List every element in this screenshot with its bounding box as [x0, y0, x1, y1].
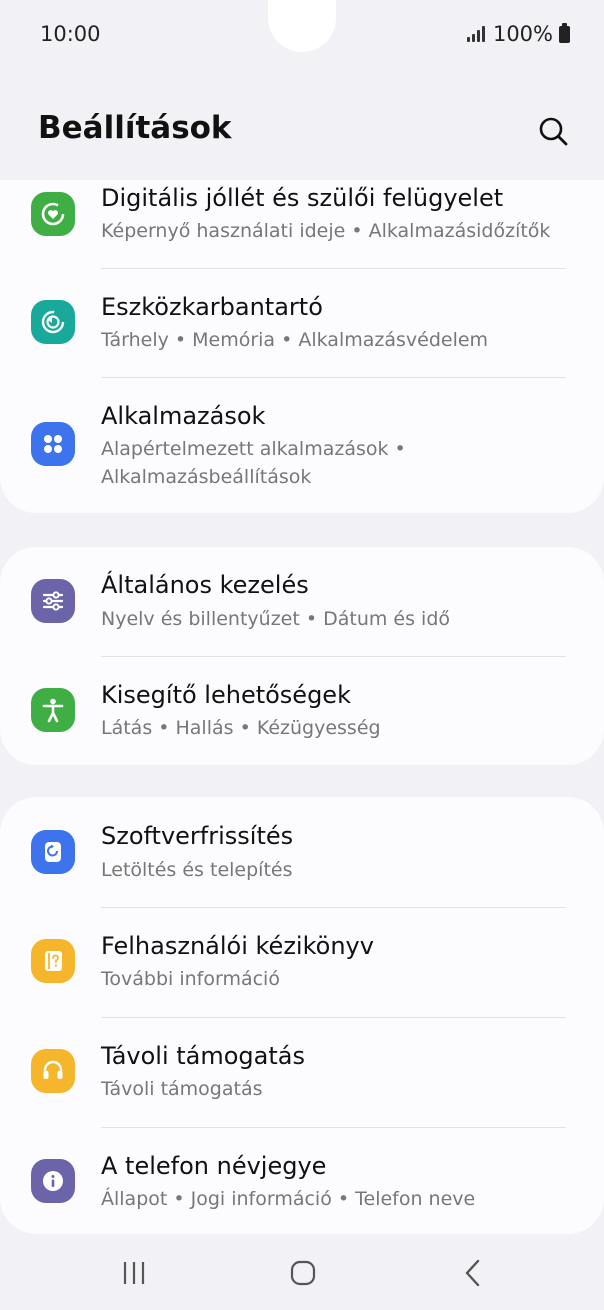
back-icon [465, 1259, 480, 1287]
settings-group-1: Digitális jóllét és szülői felügyelet Ké… [0, 180, 604, 513]
status-indicators: 100% [466, 22, 570, 46]
item-subtitle: Letöltés és telepítés [101, 859, 293, 881]
item-subtitle: Látás • Hallás • Kézügyesség [101, 717, 381, 739]
accessibility-icon [31, 688, 75, 732]
page-title: Beállítások [38, 110, 232, 146]
settings-item-digital-wellbeing[interactable]: Digitális jóllét és szülői felügyelet Ké… [0, 180, 604, 268]
settings-item-device-care[interactable]: Eszközkarbantartó Tárhely • Memória • Al… [0, 269, 604, 378]
item-title: Eszközkarbantartó [101, 293, 323, 321]
heart-dial-icon [31, 192, 75, 236]
item-subtitle: Alapértelmezett alkalmazások • [101, 438, 406, 460]
item-title: Általános kezelés [101, 571, 309, 599]
item-subtitle: További információ [101, 968, 280, 990]
settings-group-2: Általános kezelés Nyelv és billentyűzet … [0, 547, 604, 765]
item-title: Felhasználói kézikönyv [101, 932, 374, 960]
settings-item-about-phone[interactable]: A telefon névjegye Állapot • Jogi inform… [0, 1128, 604, 1234]
device-care-icon [31, 300, 75, 344]
item-title: Kisegítő lehetőségek [101, 681, 351, 709]
apps-grid-icon [31, 422, 75, 466]
status-time: 10:00 [40, 22, 101, 46]
info-icon [31, 1159, 75, 1203]
item-subtitle: Állapot • Jogi információ • Telefon neve [101, 1188, 476, 1210]
software-update-icon [31, 830, 75, 874]
item-subtitle-line-2: Alkalmazásbeállítások [101, 466, 312, 488]
recent-apps-icon [123, 1262, 145, 1284]
item-title: A telefon névjegye [101, 1152, 327, 1180]
home-icon [290, 1260, 316, 1286]
settings-item-accessibility[interactable]: Kisegítő lehetőségek Látás • Hallás • Ké… [0, 657, 604, 765]
item-title: Szoftverfrissítés [101, 822, 294, 850]
settings-item-software-update[interactable]: Szoftverfrissítés Letöltés és telepítés [0, 797, 604, 907]
item-title: Távoli támogatás [101, 1042, 305, 1070]
settings-item-general-management[interactable]: Általános kezelés Nyelv és billentyűzet … [0, 547, 604, 656]
settings-item-apps[interactable]: Alkalmazások Alapértelmezett alkalmazáso… [0, 378, 604, 513]
settings-group-3: Szoftverfrissítés Letöltés és telepítés … [0, 797, 604, 1234]
home-button[interactable] [273, 1248, 333, 1298]
headset-icon [31, 1049, 75, 1093]
search-button[interactable] [533, 112, 573, 152]
search-icon [539, 117, 568, 146]
status-bar: 10:00 100% [0, 0, 604, 70]
item-subtitle: Tárhely • Memória • Alkalmazásvédelem [101, 329, 489, 351]
sliders-icon [31, 579, 75, 623]
battery-percent: 100% [492, 22, 553, 46]
signal-icon [466, 26, 485, 42]
back-button[interactable] [443, 1248, 503, 1298]
battery-icon [559, 22, 570, 43]
item-subtitle: Távoli támogatás [101, 1078, 263, 1100]
item-subtitle: Képernyő használati ideje • Alkalmazásid… [101, 220, 551, 242]
navigation-bar [0, 1240, 604, 1310]
settings-item-remote-support[interactable]: Távoli támogatás Távoli támogatás [0, 1018, 604, 1127]
settings-item-user-manual[interactable]: Felhasználói kézikönyv További informáci… [0, 908, 604, 1017]
item-subtitle: Nyelv és billentyűzet • Dátum és idő [101, 608, 451, 630]
recent-apps-button[interactable] [104, 1248, 164, 1298]
user-manual-icon [31, 939, 75, 983]
item-title: Alkalmazások [101, 402, 266, 430]
item-title: Digitális jóllét és szülői felügyelet [101, 184, 504, 212]
camera-notch [268, 0, 336, 52]
